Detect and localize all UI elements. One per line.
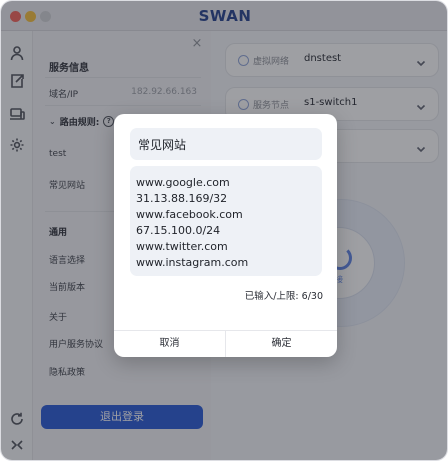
rule-name-value: 常见网站 bbox=[138, 138, 187, 152]
rule-entry-line: www.facebook.com bbox=[136, 208, 243, 221]
rule-entry-line: 67.15.100.0/24 bbox=[136, 224, 221, 237]
entry-counter: 已输入/上限: 6/30 bbox=[244, 291, 323, 302]
app-window: SWAN × 服务信息 域名/IP 182.92.66.163 ⌄ 路由规则: bbox=[0, 0, 448, 461]
rule-entry-line: www.twitter.com bbox=[136, 240, 228, 253]
rule-entry-line: www.instagram.com bbox=[136, 256, 249, 269]
rule-entry-line: 31.13.88.169/32 bbox=[136, 192, 228, 205]
dialog-button-row: 取消 确定 bbox=[114, 330, 337, 357]
cancel-button[interactable]: 取消 bbox=[114, 331, 225, 357]
confirm-button[interactable]: 确定 bbox=[225, 331, 337, 357]
rule-edit-dialog: 常见网站 www.google.com 31.13.88.169/32 www.… bbox=[114, 114, 337, 357]
rule-name-field[interactable]: 常见网站 bbox=[130, 128, 322, 160]
rule-entries-textarea[interactable]: www.google.com 31.13.88.169/32 www.faceb… bbox=[130, 166, 322, 276]
rule-entry-line: www.google.com bbox=[136, 176, 230, 189]
